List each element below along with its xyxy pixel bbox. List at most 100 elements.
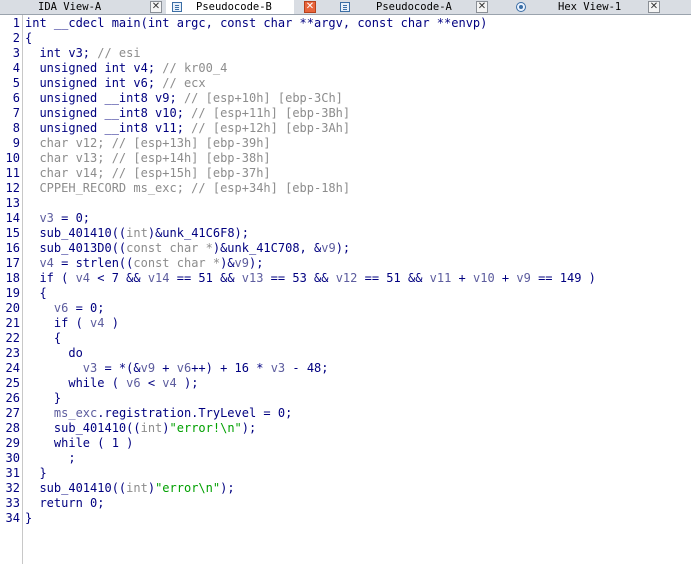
tab-label: Pseudocode-B	[196, 1, 272, 13]
code-line[interactable]: 29 while ( 1 )	[0, 436, 691, 451]
code-line[interactable]: 20 v6 = 0;	[0, 301, 691, 316]
code-token: v6	[126, 376, 141, 390]
code-line[interactable]: 11 char v14; // [esp+15h] [ebp-37h]	[0, 166, 691, 181]
line-number: 30	[5, 451, 20, 465]
code-token: v14	[147, 271, 170, 285]
close-icon[interactable]	[150, 1, 162, 13]
code-token: == 149 )	[530, 271, 596, 285]
code-token: }	[25, 466, 47, 480]
line-number: 21	[5, 316, 20, 330]
code-line[interactable]: 2{	[0, 31, 691, 46]
line-number: 19	[5, 286, 20, 300]
code-token: const char *	[133, 256, 221, 270]
code-line[interactable]: 14 v3 = 0;	[0, 211, 691, 226]
code-line[interactable]: 33 return 0;	[0, 496, 691, 511]
line-number: 8	[12, 121, 20, 135]
line-number: 12	[5, 181, 20, 195]
code-token: char v12; // [esp+13h] [ebp-39h]	[25, 136, 271, 150]
code-token: "error!\n"	[169, 421, 242, 435]
line-number: 16	[5, 241, 20, 255]
code-token: )&unk_41C6F8);	[147, 226, 249, 240]
code-line[interactable]: 23 do	[0, 346, 691, 361]
hex-icon	[516, 2, 526, 12]
code-line[interactable]: 24 v3 = *(&v9 + v6++) + 16 * v3 - 48;	[0, 361, 691, 376]
code-line[interactable]: 3 int v3; // esi	[0, 46, 691, 61]
code-line[interactable]: 21 if ( v4 )	[0, 316, 691, 331]
code-line[interactable]: 34}	[0, 511, 691, 526]
code-text: int __cdecl main(int argc, const char **…	[25, 16, 487, 31]
code-line[interactable]: 4 unsigned int v4; // kr00_4	[0, 61, 691, 76]
code-line[interactable]: 27 ms_exc.registration.TryLevel = 0;	[0, 406, 691, 421]
code-token: int v3;	[25, 46, 98, 60]
code-line[interactable]: 8 unsigned __int8 v11; // [esp+12h] [ebp…	[0, 121, 691, 136]
code-line[interactable]: 12 CPPEH_RECORD ms_exc; // [esp+34h] [eb…	[0, 181, 691, 196]
code-token: );	[241, 421, 257, 435]
code-token: +	[155, 361, 177, 375]
code-text: unsigned __int8 v10; // [esp+11h] [ebp-3…	[25, 106, 350, 121]
code-line[interactable]: 19 {	[0, 286, 691, 301]
code-line[interactable]: 30 ;	[0, 451, 691, 466]
code-token: v3	[270, 361, 286, 375]
code-line[interactable]: 31 }	[0, 466, 691, 481]
code-token: ++) + 16 *	[191, 361, 271, 375]
code-token: );	[335, 241, 351, 255]
line-number: 1	[12, 16, 20, 30]
code-text: sub_4013D0((const char *)&unk_41C708, &v…	[25, 241, 350, 256]
code-text: char v13; // [esp+14h] [ebp-38h]	[25, 151, 271, 166]
tab-label: Hex View-1	[558, 1, 622, 13]
code-line[interactable]: 13	[0, 196, 691, 211]
code-text: unsigned __int8 v9; // [esp+10h] [ebp-3C…	[25, 91, 342, 106]
code-line[interactable]: 15 sub_401410((int)&unk_41C6F8);	[0, 226, 691, 241]
code-token: return 0;	[25, 496, 105, 510]
tab-hex-view-1[interactable]: Hex View-1	[500, 0, 650, 14]
line-number: 24	[5, 361, 20, 375]
code-line[interactable]: 18 if ( v4 < 7 && v14 == 51 && v13 == 53…	[0, 271, 691, 286]
code-token: );	[249, 256, 264, 270]
code-text: do	[25, 346, 82, 361]
pseudocode-view[interactable]: 1 int __cdecl main(int argc, const char *…	[0, 16, 691, 526]
close-icon[interactable]	[304, 1, 316, 13]
code-text: char v14; // [esp+15h] [ebp-37h]	[25, 166, 270, 181]
code-line[interactable]: 17 v4 = strlen((const char *)&v9);	[0, 256, 691, 271]
close-icon[interactable]	[648, 1, 660, 13]
code-line[interactable]: 28 sub_401410((int)"error!\n");	[0, 421, 691, 436]
code-token: CPPEH_RECORD ms_exc; // [esp+34h] [ebp-1…	[25, 181, 351, 195]
code-text: int v3; // esi	[25, 46, 140, 61]
tab-pseudocode-b[interactable]: Pseudocode-B	[166, 0, 294, 14]
tab-pseudocode-a[interactable]: Pseudocode-A	[320, 0, 470, 14]
code-line[interactable]: 7 unsigned __int8 v10; // [esp+11h] [ebp…	[0, 106, 691, 121]
tab-ida-view-a[interactable]: IDA View-A	[6, 0, 156, 14]
code-line[interactable]: 9 char v12; // [esp+13h] [ebp-39h]	[0, 136, 691, 151]
line-number: 27	[5, 406, 20, 420]
code-line[interactable]: 10 char v13; // [esp+14h] [ebp-38h]	[0, 151, 691, 166]
code-line[interactable]: 22 {	[0, 331, 691, 346]
line-number: 15	[5, 226, 20, 240]
close-icon[interactable]	[476, 1, 488, 13]
tab-label: Pseudocode-A	[376, 1, 452, 13]
line-number: 6	[12, 91, 20, 105]
code-token: {	[25, 286, 47, 300]
line-number: 18	[5, 271, 20, 285]
code-line[interactable]: 32 sub_401410((int)"error\n");	[0, 481, 691, 496]
code-token: unsigned int v4;	[25, 61, 163, 75]
code-token: if (	[25, 271, 76, 285]
code-text: v4 = strlen((const char *)&v9);	[25, 256, 263, 271]
code-text: {	[25, 31, 32, 46]
line-number: 14	[5, 211, 20, 225]
code-line[interactable]: 26 }	[0, 391, 691, 406]
code-token: char v13; // [esp+14h] [ebp-38h]	[25, 151, 271, 165]
code-line[interactable]: 5 unsigned int v6; // ecx	[0, 76, 691, 91]
code-token: while (	[25, 376, 127, 390]
code-token: .registration.TryLevel = 0;	[97, 406, 293, 420]
code-token: }	[25, 511, 33, 525]
code-token: int __cdecl main(int argc, const char **…	[25, 16, 488, 30]
code-token: v9	[321, 241, 336, 255]
code-text: unsigned __int8 v11; // [esp+12h] [ebp-3…	[25, 121, 350, 136]
code-token: v4	[162, 376, 177, 390]
code-line[interactable]: 6 unsigned __int8 v9; // [esp+10h] [ebp-…	[0, 91, 691, 106]
code-line[interactable]: 1 int __cdecl main(int argc, const char *…	[0, 16, 691, 31]
code-line[interactable]: 16 sub_4013D0((const char *)&unk_41C708,…	[0, 241, 691, 256]
code-line[interactable]: 25 while ( v6 < v4 );	[0, 376, 691, 391]
